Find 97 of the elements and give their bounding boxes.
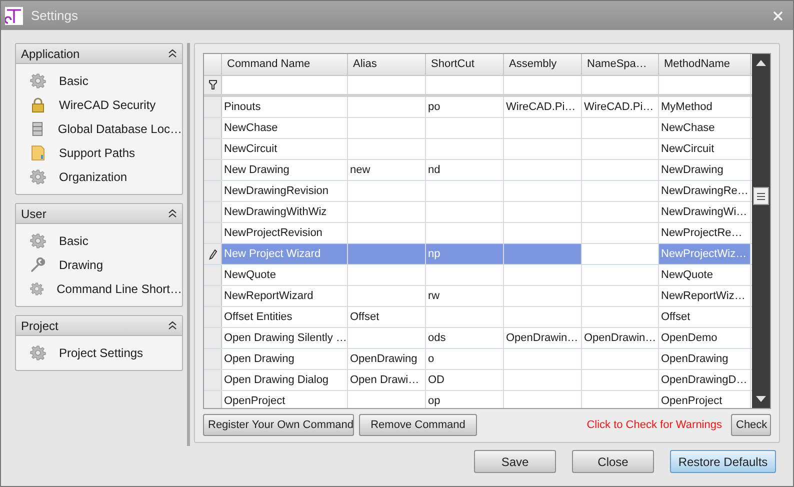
table-cell: nd bbox=[426, 160, 504, 180]
table-cell: Open Drawing Dialog bbox=[222, 370, 348, 390]
table-cell: NewProjectWiz… bbox=[659, 244, 751, 264]
table-cell: OpenDrawing bbox=[659, 349, 751, 369]
gear-icon bbox=[30, 169, 46, 185]
table-cell: OpenDemo bbox=[659, 328, 751, 348]
column-header[interactable]: NameSpa… bbox=[582, 54, 659, 75]
table-cell: NewQuote bbox=[659, 265, 751, 285]
gear-icon bbox=[30, 281, 44, 297]
pencil-icon bbox=[208, 248, 216, 260]
table-cell: Offset bbox=[348, 307, 426, 327]
table-cell: NewCircuit bbox=[659, 139, 751, 159]
table-cell: Open Drawing bbox=[222, 349, 348, 369]
row-header[interactable] bbox=[204, 244, 222, 264]
group-header[interactable]: Application bbox=[16, 44, 182, 64]
footer-button[interactable]: Close bbox=[572, 450, 654, 473]
table-cell: new bbox=[348, 160, 426, 180]
table-cell: Open Drawi… bbox=[348, 370, 426, 390]
table-cell: NewDrawingRe… bbox=[659, 181, 751, 201]
table-cell: NewDrawingWithWiz bbox=[222, 202, 348, 222]
splitter[interactable] bbox=[187, 43, 190, 446]
warning-text: Click to Check for Warnings bbox=[586, 418, 722, 433]
command-button[interactable]: Remove Command bbox=[359, 414, 477, 436]
table-cell: NewProjectRevision bbox=[222, 223, 348, 243]
table-cell: WireCAD.Pi… bbox=[504, 97, 582, 117]
table-cell: op bbox=[426, 391, 504, 408]
table-cell: NewDrawingRevision bbox=[222, 181, 348, 201]
app-logo-icon bbox=[5, 6, 23, 24]
table-cell: Open Drawing Silently … bbox=[222, 328, 348, 348]
table-cell: np bbox=[426, 244, 504, 264]
table-cell: NewReportWiz… bbox=[659, 286, 751, 306]
wrench-icon bbox=[30, 257, 46, 273]
table-cell: NewQuote bbox=[222, 265, 348, 285]
table-cell: New Project Wizard bbox=[222, 244, 348, 264]
column-header[interactable]: ShortCut bbox=[426, 54, 504, 75]
table-cell: NewReportWizard bbox=[222, 286, 348, 306]
collapse-icon[interactable] bbox=[168, 321, 177, 330]
table-cell: MyMethod bbox=[659, 97, 751, 117]
check-button[interactable]: Check bbox=[731, 414, 771, 436]
vertical-scrollbar[interactable] bbox=[752, 54, 770, 408]
table-cell: NewDrawingWi… bbox=[659, 202, 751, 222]
table-cell: Offset bbox=[659, 307, 751, 327]
collapse-icon[interactable] bbox=[168, 49, 177, 58]
padlock-icon bbox=[30, 97, 46, 113]
table-cell: OpenDrawing bbox=[348, 349, 426, 369]
group-header[interactable]: Project bbox=[16, 316, 182, 336]
column-header[interactable]: Alias bbox=[348, 54, 426, 75]
table-cell: OpenDrawin… bbox=[582, 328, 659, 348]
sidebar-item[interactable]: Project Settings bbox=[59, 344, 144, 362]
group-title: User bbox=[21, 206, 46, 222]
database-icon bbox=[30, 121, 45, 137]
sidebar-item[interactable]: Command Line Short… bbox=[56, 280, 182, 298]
table-cell: NewChase bbox=[659, 118, 751, 138]
table-cell: New Drawing bbox=[222, 160, 348, 180]
sidebar-item[interactable]: WireCAD Security bbox=[59, 96, 156, 114]
footer-button[interactable]: Restore Defaults bbox=[670, 450, 776, 473]
command-button[interactable]: Register Your Own Command bbox=[203, 414, 354, 436]
column-header[interactable]: Assembly bbox=[504, 54, 582, 75]
close-icon[interactable] bbox=[773, 10, 783, 20]
folder-icon bbox=[30, 145, 46, 161]
table-cell: NewDrawing bbox=[659, 160, 751, 180]
table-cell: Pinouts bbox=[222, 97, 348, 117]
table-cell: WireCAD.Pi… bbox=[582, 97, 659, 117]
sidebar-item[interactable]: Global Database Loc… bbox=[58, 120, 182, 138]
table-cell: OD bbox=[426, 370, 504, 390]
sidebar-item[interactable]: Support Paths bbox=[59, 144, 136, 162]
table-cell: NewCircuit bbox=[222, 139, 348, 159]
collapse-icon[interactable] bbox=[168, 209, 177, 218]
filter-icon[interactable] bbox=[208, 80, 216, 90]
table-cell: NewChase bbox=[222, 118, 348, 138]
table-cell: OpenDrawin… bbox=[504, 328, 582, 348]
gear-icon bbox=[30, 233, 46, 249]
scroll-up-icon[interactable] bbox=[756, 60, 766, 66]
sidebar-item[interactable]: Drawing bbox=[59, 256, 104, 274]
window-title: Settings bbox=[31, 6, 78, 25]
table-cell: OpenProject bbox=[222, 391, 348, 408]
table-cell: OpenProject bbox=[659, 391, 751, 408]
footer-button[interactable]: Save bbox=[474, 450, 556, 473]
scroll-down-icon[interactable] bbox=[756, 396, 766, 402]
table-cell: NewProjectRe… bbox=[659, 223, 751, 243]
sidebar-item[interactable]: Basic bbox=[59, 232, 88, 250]
table-cell: rw bbox=[426, 286, 504, 306]
scrollbar-thumb[interactable] bbox=[753, 187, 769, 205]
table-cell: Offset Entities bbox=[222, 307, 348, 327]
table-cell: po bbox=[426, 97, 504, 117]
table-cell: ods bbox=[426, 328, 504, 348]
table-cell: OpenDrawingD… bbox=[659, 370, 751, 390]
sidebar-item[interactable]: Organization bbox=[59, 168, 128, 186]
column-header[interactable]: MethodName bbox=[659, 54, 751, 75]
gear-icon bbox=[30, 345, 46, 361]
group-title: Application bbox=[21, 46, 80, 62]
gear-icon bbox=[30, 73, 46, 89]
group-header[interactable]: User bbox=[16, 204, 182, 224]
group-title: Project bbox=[21, 318, 58, 334]
table-cell: o bbox=[426, 349, 504, 369]
sidebar-item[interactable]: Basic bbox=[59, 72, 88, 90]
column-header[interactable]: Command Name bbox=[222, 54, 348, 75]
